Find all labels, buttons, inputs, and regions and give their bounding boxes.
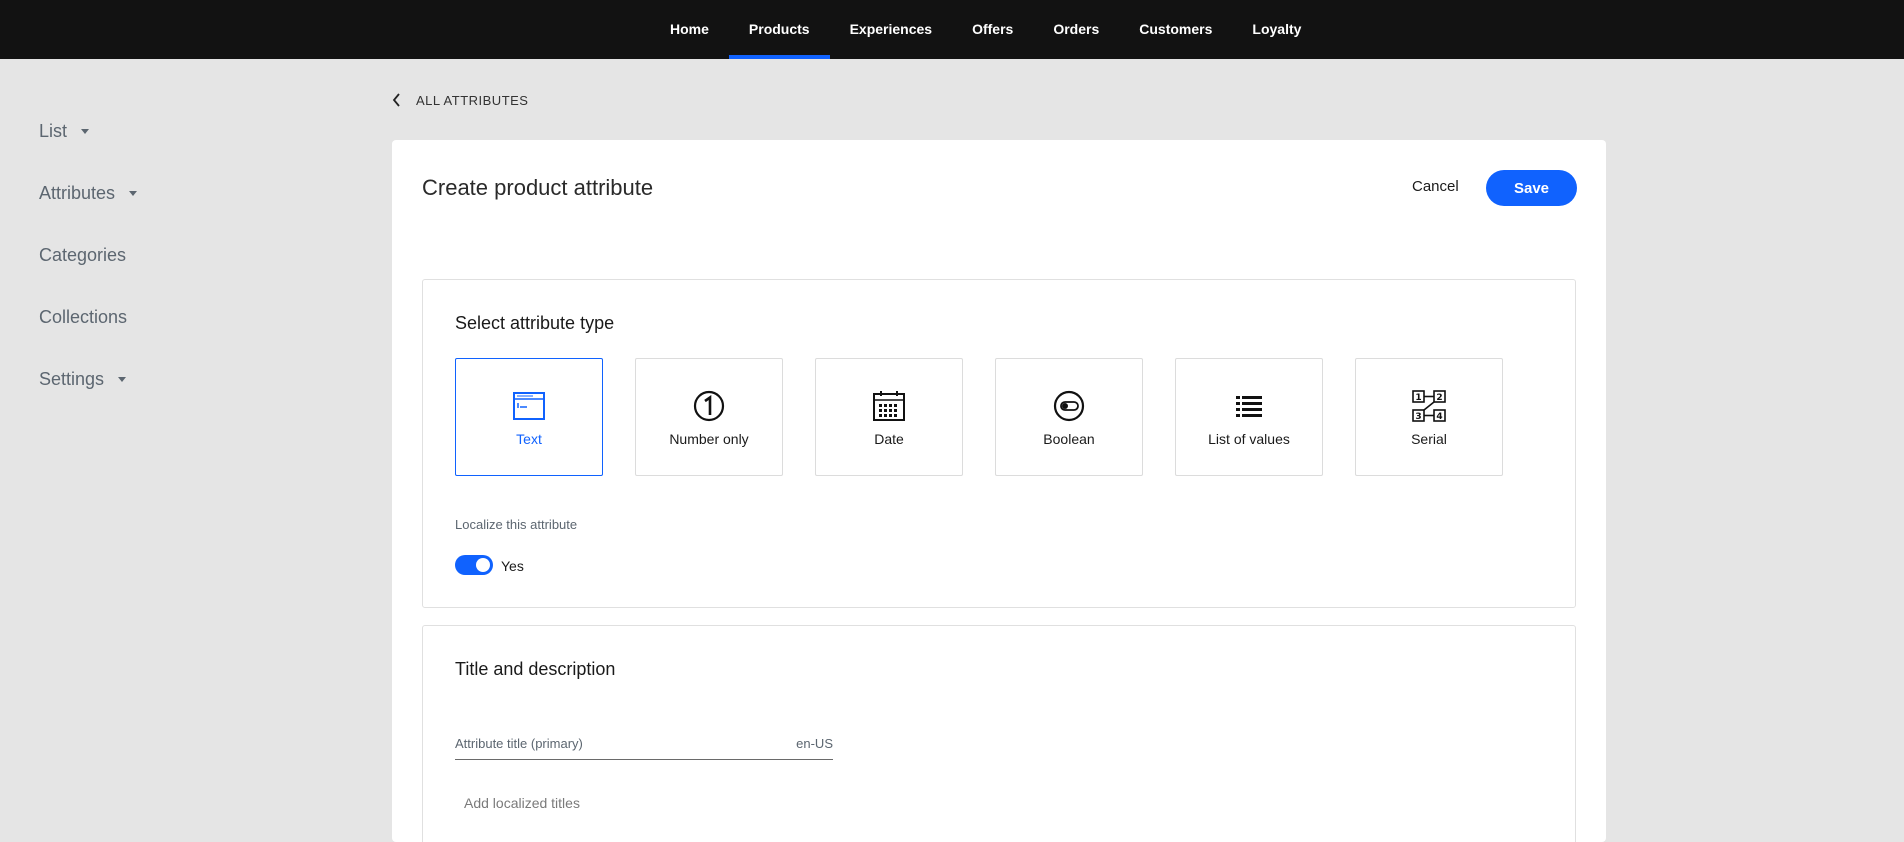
field-label: Attribute title (primary): [455, 736, 583, 751]
localize-toggle[interactable]: [455, 555, 493, 575]
calendar-icon: [872, 389, 906, 423]
cancel-button[interactable]: Cancel: [1412, 178, 1459, 195]
sidebar-item-label: Collections: [39, 306, 128, 327]
caret-down-icon: [129, 190, 138, 196]
number-circle-icon: [692, 389, 726, 423]
svg-text:4: 4: [1436, 412, 1442, 422]
type-option-text[interactable]: Text: [455, 358, 603, 476]
section-heading: Select attribute type: [455, 313, 615, 333]
caret-down-icon: [81, 128, 90, 134]
save-button[interactable]: Save: [1486, 170, 1577, 206]
sidebar-item-label: Categories: [39, 244, 127, 265]
top-nav: Home Products Experiences Offers Orders …: [650, 0, 1321, 59]
list-icon: [1232, 389, 1266, 423]
type-option-label: Date: [874, 431, 904, 447]
localize-toggle-value: Yes: [501, 558, 524, 574]
caret-down-icon: [118, 376, 127, 382]
attribute-type-options: Text Number only Date Boolean List of va…: [455, 358, 1503, 476]
type-option-list-of-values[interactable]: List of values: [1175, 358, 1323, 476]
svg-text:1: 1: [1415, 393, 1421, 403]
nav-experiences[interactable]: Experiences: [830, 0, 953, 59]
sidebar: List Attributes Categories Collections S…: [39, 100, 299, 410]
type-option-label: Text: [516, 431, 542, 447]
type-option-label: Boolean: [1043, 431, 1095, 447]
sidebar-item-list[interactable]: List: [39, 100, 299, 162]
sidebar-item-collections[interactable]: Collections: [39, 286, 299, 348]
type-option-number-only[interactable]: Number only: [635, 358, 783, 476]
add-localized-titles-link[interactable]: Add localized titles: [464, 795, 580, 811]
nav-products[interactable]: Products: [728, 0, 830, 59]
sidebar-item-attributes[interactable]: Attributes: [39, 162, 299, 224]
toggle-icon: [1052, 389, 1086, 423]
type-option-label: Number only: [669, 431, 749, 447]
serial-icon: 1 2 3 4: [1412, 389, 1446, 423]
type-option-boolean[interactable]: Boolean: [995, 358, 1143, 476]
chevron-left-icon: [392, 90, 406, 110]
svg-text:2: 2: [1436, 393, 1442, 403]
sidebar-item-label: List: [39, 120, 68, 141]
localize-label: Localize this attribute: [455, 517, 578, 532]
sidebar-item-categories[interactable]: Categories: [39, 224, 299, 286]
type-option-date[interactable]: Date: [815, 358, 963, 476]
section-heading: Title and description: [455, 659, 616, 679]
sidebar-item-settings[interactable]: Settings: [39, 348, 299, 410]
nav-orders[interactable]: Orders: [1033, 0, 1119, 59]
nav-loyalty[interactable]: Loyalty: [1232, 0, 1321, 59]
toggle-knob: [476, 558, 490, 572]
type-option-serial[interactable]: 1 2 3 4 Serial: [1355, 358, 1503, 476]
nav-offers[interactable]: Offers: [952, 0, 1033, 59]
nav-home[interactable]: Home: [650, 0, 729, 59]
attribute-type-section: Select attribute type Text Number only D…: [422, 279, 1576, 608]
back-to-all-attributes-link[interactable]: ALL ATTRIBUTES: [392, 90, 528, 110]
text-field-icon: [512, 389, 546, 423]
title-description-section: Title and description Attribute title (p…: [422, 625, 1576, 842]
type-option-label: Serial: [1411, 431, 1447, 447]
main-card: Create product attribute Cancel Save Sel…: [392, 140, 1606, 842]
back-link-label: ALL ATTRIBUTES: [416, 92, 529, 108]
sidebar-item-label: Attributes: [39, 182, 116, 203]
top-navigation-bar: Home Products Experiences Offers Orders …: [0, 0, 1904, 59]
type-option-label: List of values: [1208, 431, 1290, 447]
attribute-title-field[interactable]: Attribute title (primary) en-US: [455, 728, 833, 760]
svg-text:3: 3: [1415, 412, 1421, 422]
sidebar-item-label: Settings: [39, 368, 105, 389]
page-title: Create product attribute: [422, 175, 654, 200]
locale-badge: en-US: [796, 736, 833, 751]
nav-customers[interactable]: Customers: [1119, 0, 1232, 59]
